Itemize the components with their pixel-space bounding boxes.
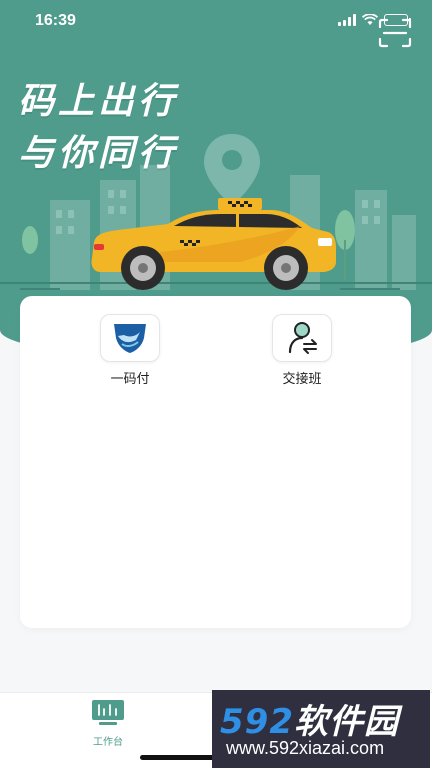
slogan-line-2: 与你同行: [18, 133, 179, 174]
person-swap-icon: [288, 322, 317, 354]
slogan-line-1: 码上出行: [18, 81, 179, 122]
app-shift[interactable]: 交接班: [257, 314, 347, 387]
workbench-icon: [92, 700, 124, 725]
status-bar: 16:39: [0, 0, 432, 44]
building: [355, 190, 387, 290]
app-pay-label: 一码付: [110, 372, 150, 387]
scan-button[interactable]: [378, 18, 412, 48]
app-pay[interactable]: 一码付: [85, 314, 175, 387]
tab-workbench[interactable]: 工作台: [84, 699, 132, 748]
signal-icon: [338, 14, 356, 26]
shield-pay-icon: [114, 324, 146, 353]
status-time: 16:39: [35, 12, 76, 29]
wifi-icon: [362, 14, 378, 25]
function-card: 一码付 交接班: [20, 296, 411, 628]
app-pay-tile[interactable]: [100, 314, 160, 362]
watermark-url: www.592xiazai.com: [226, 738, 385, 758]
watermark: 592软件园 www.592xiazai.com: [212, 690, 430, 768]
app-shift-label: 交接班: [282, 372, 322, 387]
scan-icon: [378, 18, 412, 48]
watermark-logo-text: 软件园: [293, 702, 399, 742]
slogan: 码上出行 与你同行: [18, 76, 178, 180]
building: [392, 215, 416, 290]
app-shift-tile[interactable]: [272, 314, 332, 362]
watermark-logo-num: 592: [220, 702, 294, 742]
tab-workbench-label: 工作台: [93, 737, 123, 748]
watermark-logo: 592软件园: [220, 694, 399, 743]
